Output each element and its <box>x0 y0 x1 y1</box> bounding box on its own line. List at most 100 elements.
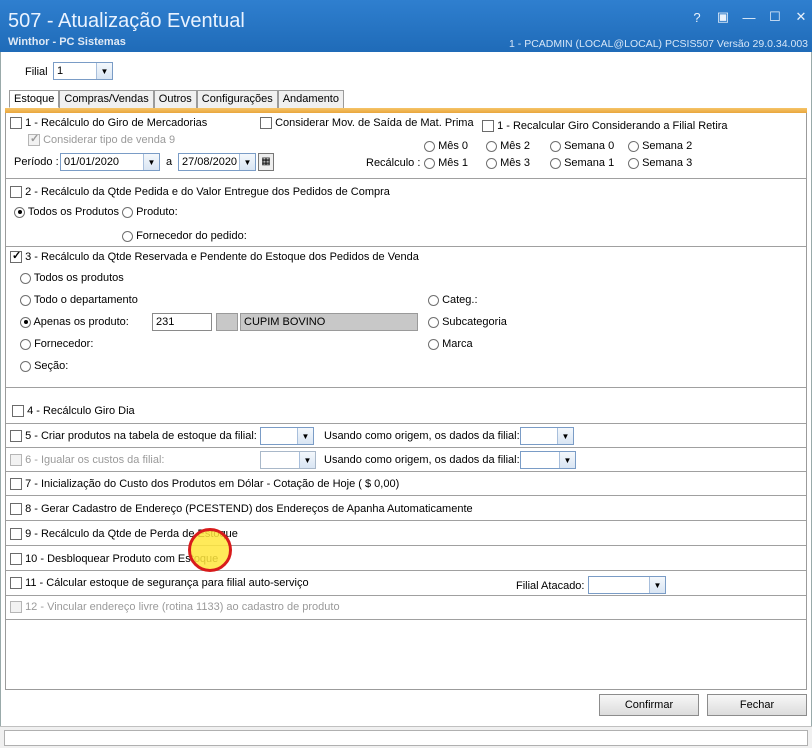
radio-mes0[interactable]: Mês 0 <box>424 140 468 152</box>
s2-radio-fornecedor-circle[interactable] <box>122 230 133 242</box>
tab-outros[interactable]: Outros <box>153 90 197 108</box>
radio-mes1-circle[interactable] <box>424 157 435 169</box>
minimize-icon[interactable]: — <box>742 10 756 25</box>
filial-select[interactable]: 1 ▼ <box>53 62 113 80</box>
dropdown-arrow-icon[interactable]: ▼ <box>297 428 313 444</box>
dropdown-arrow-icon[interactable]: ▼ <box>96 63 112 79</box>
radio-mes1[interactable]: Mês 1 <box>424 157 468 169</box>
item11-checkbox[interactable] <box>10 577 22 590</box>
item5-option[interactable]: 5 - Criar produtos na tabela de estoque … <box>10 430 257 443</box>
item10-checkbox[interactable] <box>10 553 22 566</box>
item5-checkbox[interactable] <box>10 430 22 443</box>
radio-semana2-circle[interactable] <box>628 140 639 152</box>
radio-semana0[interactable]: Semana 0 <box>550 140 614 152</box>
dropdown-arrow-icon[interactable]: ▼ <box>239 154 255 170</box>
radio-semana3-circle[interactable] <box>628 157 639 169</box>
s3-radio-secao[interactable]: Seção: <box>20 360 68 372</box>
s2-radio-fornecedor[interactable]: Fornecedor do pedido: <box>122 230 247 242</box>
dropdown-arrow-icon[interactable]: ▼ <box>649 577 665 593</box>
s3-radio-todos[interactable]: Todos os produtos <box>20 272 124 284</box>
section2-option[interactable]: 2 - Recálculo da Qtde Pedida e do Valor … <box>10 186 390 199</box>
recalc-giro-option[interactable]: 1 - Recálculo do Giro de Mercadorias <box>10 117 207 130</box>
radio-semana0-circle[interactable] <box>550 140 561 152</box>
recalc-giro-checkbox[interactable] <box>10 117 22 130</box>
help-icon[interactable]: ? <box>690 10 704 25</box>
radio-mes2[interactable]: Mês 2 <box>486 140 530 152</box>
item4-option[interactable]: 4 - Recálculo Giro Dia <box>12 405 135 418</box>
session-info: 1 - PCADMIN (LOCAL@LOCAL) PCSIS507 Versã… <box>509 38 808 50</box>
s3-radio-fornecedor[interactable]: Fornecedor: <box>20 338 93 350</box>
s2-radio-produto[interactable]: Produto: <box>122 206 178 218</box>
item4-checkbox[interactable] <box>12 405 24 418</box>
date-from-picker[interactable]: 01/01/2020 ▼ <box>60 153 160 171</box>
s2-radio-todos-circle[interactable] <box>14 206 25 218</box>
considerar-mov-option[interactable]: Considerar Mov. de Saída de Mat. Prima <box>260 117 474 130</box>
item6-origem-select[interactable]: ▼ <box>520 451 576 469</box>
radio-mes3[interactable]: Mês 3 <box>486 157 530 169</box>
s3-radio-apenas[interactable]: Apenas os produto: <box>20 316 129 328</box>
item8-checkbox[interactable] <box>10 503 22 516</box>
section3-checkbox[interactable] <box>10 249 22 264</box>
product-lookup-button[interactable] <box>216 313 238 331</box>
radio-semana1-circle[interactable] <box>550 157 561 169</box>
radio-semana2[interactable]: Semana 2 <box>628 140 692 152</box>
filial-atacado-select[interactable]: ▼ <box>588 576 666 594</box>
s3-radio-marca[interactable]: Marca <box>428 338 473 350</box>
radio-semana1[interactable]: Semana 1 <box>550 157 614 169</box>
restore-icon[interactable]: ▣ <box>716 9 730 24</box>
recalcular-giro-filial-option[interactable]: 1 - Recalcular Giro Considerando a Filia… <box>482 120 728 133</box>
s3-radio-todos-circle[interactable] <box>20 272 31 284</box>
dropdown-arrow-icon[interactable]: ▼ <box>299 452 315 468</box>
date-to-picker[interactable]: 27/08/2020 ▼ <box>178 153 256 171</box>
item8-label: 8 - Gerar Cadastro de Endereço (PCESTEND… <box>25 503 473 515</box>
tab-estoque[interactable]: Estoque <box>9 90 60 108</box>
section3-option[interactable]: 3 - Recálculo da Qtde Reservada e Penden… <box>10 249 419 264</box>
item8-option[interactable]: 8 - Gerar Cadastro de Endereço (PCESTEND… <box>10 503 473 516</box>
product-code-input[interactable]: 231 <box>152 313 212 331</box>
s3-radio-marca-label: Marca <box>442 338 473 350</box>
close-icon[interactable]: ✕ <box>794 9 808 24</box>
s3-radio-fornecedor-circle[interactable] <box>20 338 31 350</box>
radio-mes2-label: Mês 2 <box>500 140 531 152</box>
item9-checkbox[interactable] <box>10 528 22 541</box>
item10-option[interactable]: 10 - Desbloquear Produto com Estoque <box>10 553 218 566</box>
radio-mes3-circle[interactable] <box>486 157 497 169</box>
maximize-icon[interactable]: ☐ <box>768 9 782 24</box>
dropdown-arrow-icon[interactable]: ▼ <box>143 154 159 170</box>
radio-mes2-circle[interactable] <box>486 140 497 152</box>
s2-radio-todos[interactable]: Todos os Produtos <box>14 206 119 218</box>
s3-radio-departamento-circle[interactable] <box>20 294 31 306</box>
considerar-mov-checkbox[interactable] <box>260 117 272 130</box>
item5-origem-select[interactable]: ▼ <box>520 427 574 445</box>
s3-radio-apenas-circle[interactable] <box>20 316 31 328</box>
s3-radio-subcategoria[interactable]: Subcategoria <box>428 316 507 328</box>
s3-radio-categ-circle[interactable] <box>428 294 439 306</box>
item6-filial-select[interactable]: ▼ <box>260 451 316 469</box>
dropdown-arrow-icon[interactable]: ▼ <box>559 452 575 468</box>
tab-configuracoes[interactable]: Configurações <box>196 90 278 108</box>
s2-radio-produto-circle[interactable] <box>122 206 133 218</box>
item11-option[interactable]: 11 - Cálcular estoque de segurança para … <box>10 577 309 590</box>
radio-semana3[interactable]: Semana 3 <box>628 157 692 169</box>
item5-filial-select[interactable]: ▼ <box>260 427 314 445</box>
section2-checkbox[interactable] <box>10 186 22 199</box>
tab-compras-vendas[interactable]: Compras/Vendas <box>59 90 154 108</box>
radio-mes0-circle[interactable] <box>424 140 435 152</box>
s3-radio-departamento[interactable]: Todo o departamento <box>20 294 138 306</box>
fechar-button[interactable]: Fechar <box>707 694 807 716</box>
s3-radio-secao-circle[interactable] <box>20 360 31 372</box>
recalcular-giro-filial-checkbox[interactable] <box>482 120 494 133</box>
item12-checkbox <box>10 601 22 614</box>
title-bar: 507 - Atualização Eventual Winthor - PC … <box>0 0 812 52</box>
calendar-icon[interactable]: ▦ <box>258 153 274 171</box>
dropdown-arrow-icon[interactable]: ▼ <box>557 428 573 444</box>
confirmar-button[interactable]: Confirmar <box>599 694 699 716</box>
s3-radio-categ[interactable]: Categ.: <box>428 294 478 306</box>
tab-andamento[interactable]: Andamento <box>277 90 344 108</box>
s3-radio-marca-circle[interactable] <box>428 338 439 350</box>
item7-checkbox[interactable] <box>10 478 22 491</box>
s2-radio-produto-label: Produto: <box>136 206 178 218</box>
s3-radio-subcategoria-circle[interactable] <box>428 316 439 328</box>
radio-mes3-label: Mês 3 <box>500 157 531 169</box>
item7-option[interactable]: 7 - Inicialização do Custo dos Produtos … <box>10 478 399 491</box>
